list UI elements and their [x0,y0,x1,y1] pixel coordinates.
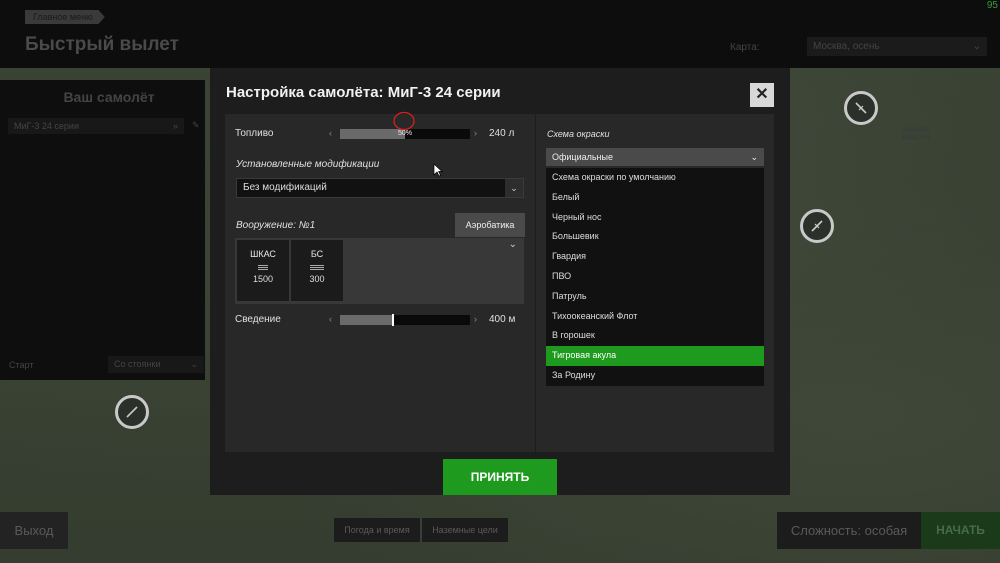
airfield-marker[interactable] [800,209,834,243]
weapon-card-bs: БС 300 [291,240,343,301]
plane-icon [126,406,138,418]
armament-label: Вооружение: №1 [236,220,316,231]
weapon-name: ШКАС [250,249,276,259]
start-dropdown-value: Со стоянки [114,359,161,369]
skin-label: Схема окраски [547,129,610,139]
skin-dropdown[interactable]: Официальные ⌄ [546,148,764,166]
chevron-down-icon: ⌄ [972,41,981,52]
weather-time-tab[interactable]: Погода и время [334,518,420,542]
weapon-card-shkas: ШКАС 1500 [237,240,289,301]
aerobatics-button[interactable]: Аэробатика [455,213,525,237]
loadout-panel: Топливо ‹ 50% › 240 л Установленные моди… [225,114,535,452]
ammo-belt-icon [258,265,268,270]
skin-option[interactable]: Большевик [546,227,764,247]
dialog-title: Настройка самолёта: МиГ-3 24 серии [226,84,501,101]
breadcrumb[interactable]: Главное меню [25,10,105,24]
aircraft-panel: Ваш самолёт МиГ-3 24 серии » ✎ Старт Со … [0,80,205,380]
aircraft-name: МиГ-3 24 серии [14,121,79,131]
fuel-increase-arrow[interactable]: › [474,128,477,138]
start-button[interactable]: НАЧАТЬ [921,512,1000,549]
close-button[interactable]: ✕ [750,83,774,107]
skin-option[interactable]: За Родину [546,366,764,386]
skin-list: Схема окраски по умолчанию Белый Черный но… [546,168,764,386]
weapon-name: БС [310,249,324,259]
start-label: Старт [9,360,34,370]
weapon-ammo-count: 1500 [252,274,274,284]
chevron-down-icon: ⌄ [505,179,523,197]
aircraft-selector[interactable]: МиГ-3 24 серии » [8,118,184,134]
skin-option[interactable]: Тихоокеанский Флот [546,307,764,327]
convergence-slider[interactable] [340,314,470,326]
airfield-marker[interactable] [115,395,149,429]
fuel-label: Топливо [235,128,274,139]
convergence-increase-arrow[interactable]: › [474,314,477,324]
weapons-box[interactable]: ШКАС 1500 БС 300 ⌄ [235,238,524,304]
fuel-value: 240 л [489,128,515,139]
fuel-decrease-arrow[interactable]: ‹ [329,128,332,138]
skin-option[interactable]: В горошек [546,326,764,346]
plane-icon [811,220,823,232]
fps-counter: 95 [986,0,998,11]
aircraft-panel-title: Ваш самолёт [63,89,155,105]
chevron-down-icon[interactable]: ⌄ [509,239,517,250]
mods-dropdown[interactable]: Без модификаций ⌄ [236,178,524,198]
edit-icon[interactable]: ✎ [192,120,200,131]
close-icon: ✕ [755,86,769,103]
skin-panel: Схема окраски Официальные ⌄ Схема окраск… [536,114,774,452]
convergence-slider-handle[interactable] [392,314,394,326]
map-dropdown-value: Москва, осень [813,41,880,52]
ground-targets-tab[interactable]: Наземные цели [422,518,508,542]
mouse-cursor-icon [433,163,443,177]
skin-option[interactable]: Патруль [546,287,764,307]
annotation-circle [393,111,415,131]
skin-dropdown-value: Официальные [552,152,614,162]
city-name: МОСКВА [903,128,930,134]
double-chevron-right-icon: » [172,121,178,131]
skin-option[interactable]: Белый [546,188,764,208]
mods-dropdown-value: Без модификаций [243,182,327,193]
plane-icon [855,102,867,114]
chevron-down-icon: ⌄ [190,359,198,369]
airfield-marker[interactable] [844,91,878,125]
convergence-value: 400 м [489,314,516,325]
accept-button[interactable]: ПРИНЯТЬ [443,459,557,495]
exit-button[interactable]: Выход [0,512,68,549]
mods-label: Установленные модификации [236,159,380,170]
page-title: Быстрый вылет [25,34,179,55]
skin-option[interactable]: ПВО [546,267,764,287]
map-label: Карта: [730,42,760,53]
skin-option[interactable]: Черный нос [546,208,764,228]
difficulty-button[interactable]: Сложность: особая [777,512,921,549]
start-dropdown[interactable]: Со стоянки ⌄ [108,356,204,373]
map-dropdown[interactable]: Москва, осень ⌄ [807,37,987,56]
weapon-ammo-count: 300 [309,274,325,284]
chevron-down-icon: ⌄ [750,152,758,162]
city-name-latin: MOSCOW [902,135,931,141]
aircraft-setup-dialog: Настройка самолёта: МиГ-3 24 серии ✕ Топ… [210,68,790,495]
ammo-belt-icon [310,265,324,270]
skin-option[interactable]: Гвардия [546,247,764,267]
convergence-label: Сведение [235,314,281,325]
skin-option[interactable]: Схема окраски по умолчанию [546,168,764,188]
city-label: МОСКВА MOSCOW [902,128,930,142]
convergence-decrease-arrow[interactable]: ‹ [329,314,332,324]
convergence-slider-fill [340,315,392,325]
skin-option[interactable]: Тигровая акула [546,346,764,366]
